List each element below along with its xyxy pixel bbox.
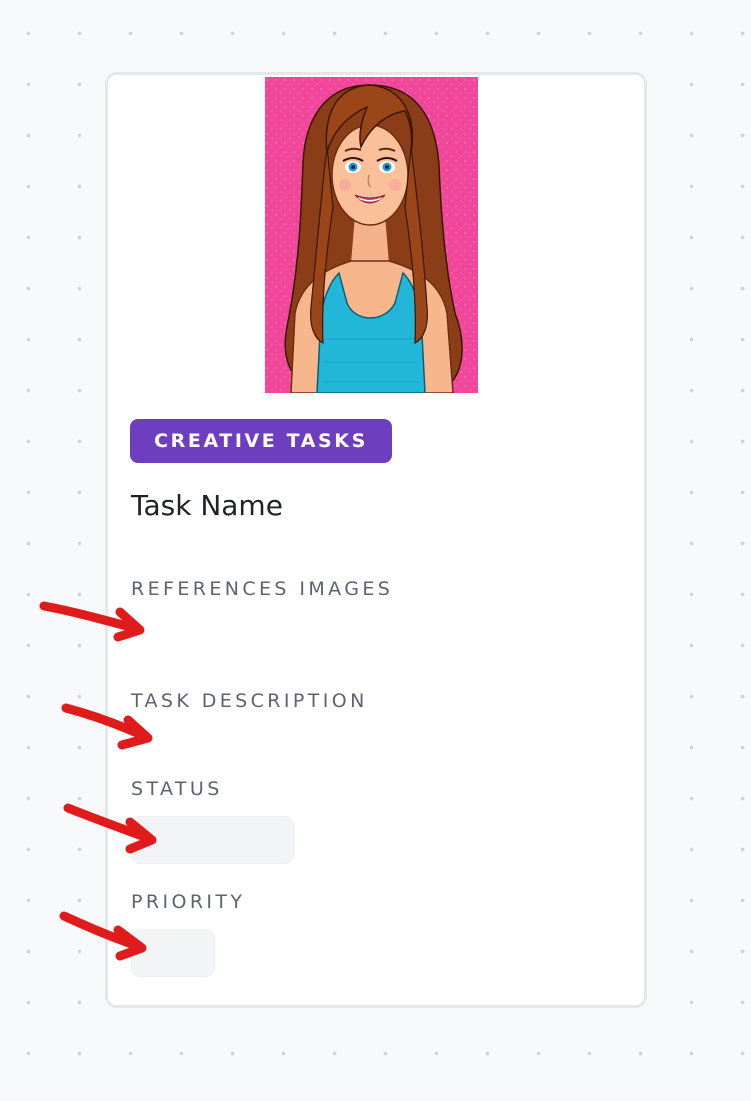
priority-label: PRIORITY: [131, 891, 246, 913]
category-badge: CREATIVE TASKS: [130, 419, 392, 463]
status-label: STATUS: [131, 778, 223, 800]
task-card[interactable]: CREATIVE TASKS Task Name REFERENCES IMAG…: [105, 72, 647, 1008]
task-description-value[interactable]: [131, 725, 331, 749]
references-images-label: REFERENCES IMAGES: [131, 578, 394, 600]
task-name-title: Task Name: [131, 489, 283, 522]
task-image: [265, 77, 478, 393]
references-images-value[interactable]: [131, 615, 331, 639]
task-description-label: TASK DESCRIPTION: [131, 690, 368, 712]
avatar-illustration-icon: [265, 77, 478, 393]
priority-pill[interactable]: [131, 929, 215, 977]
status-pill[interactable]: [131, 816, 294, 864]
